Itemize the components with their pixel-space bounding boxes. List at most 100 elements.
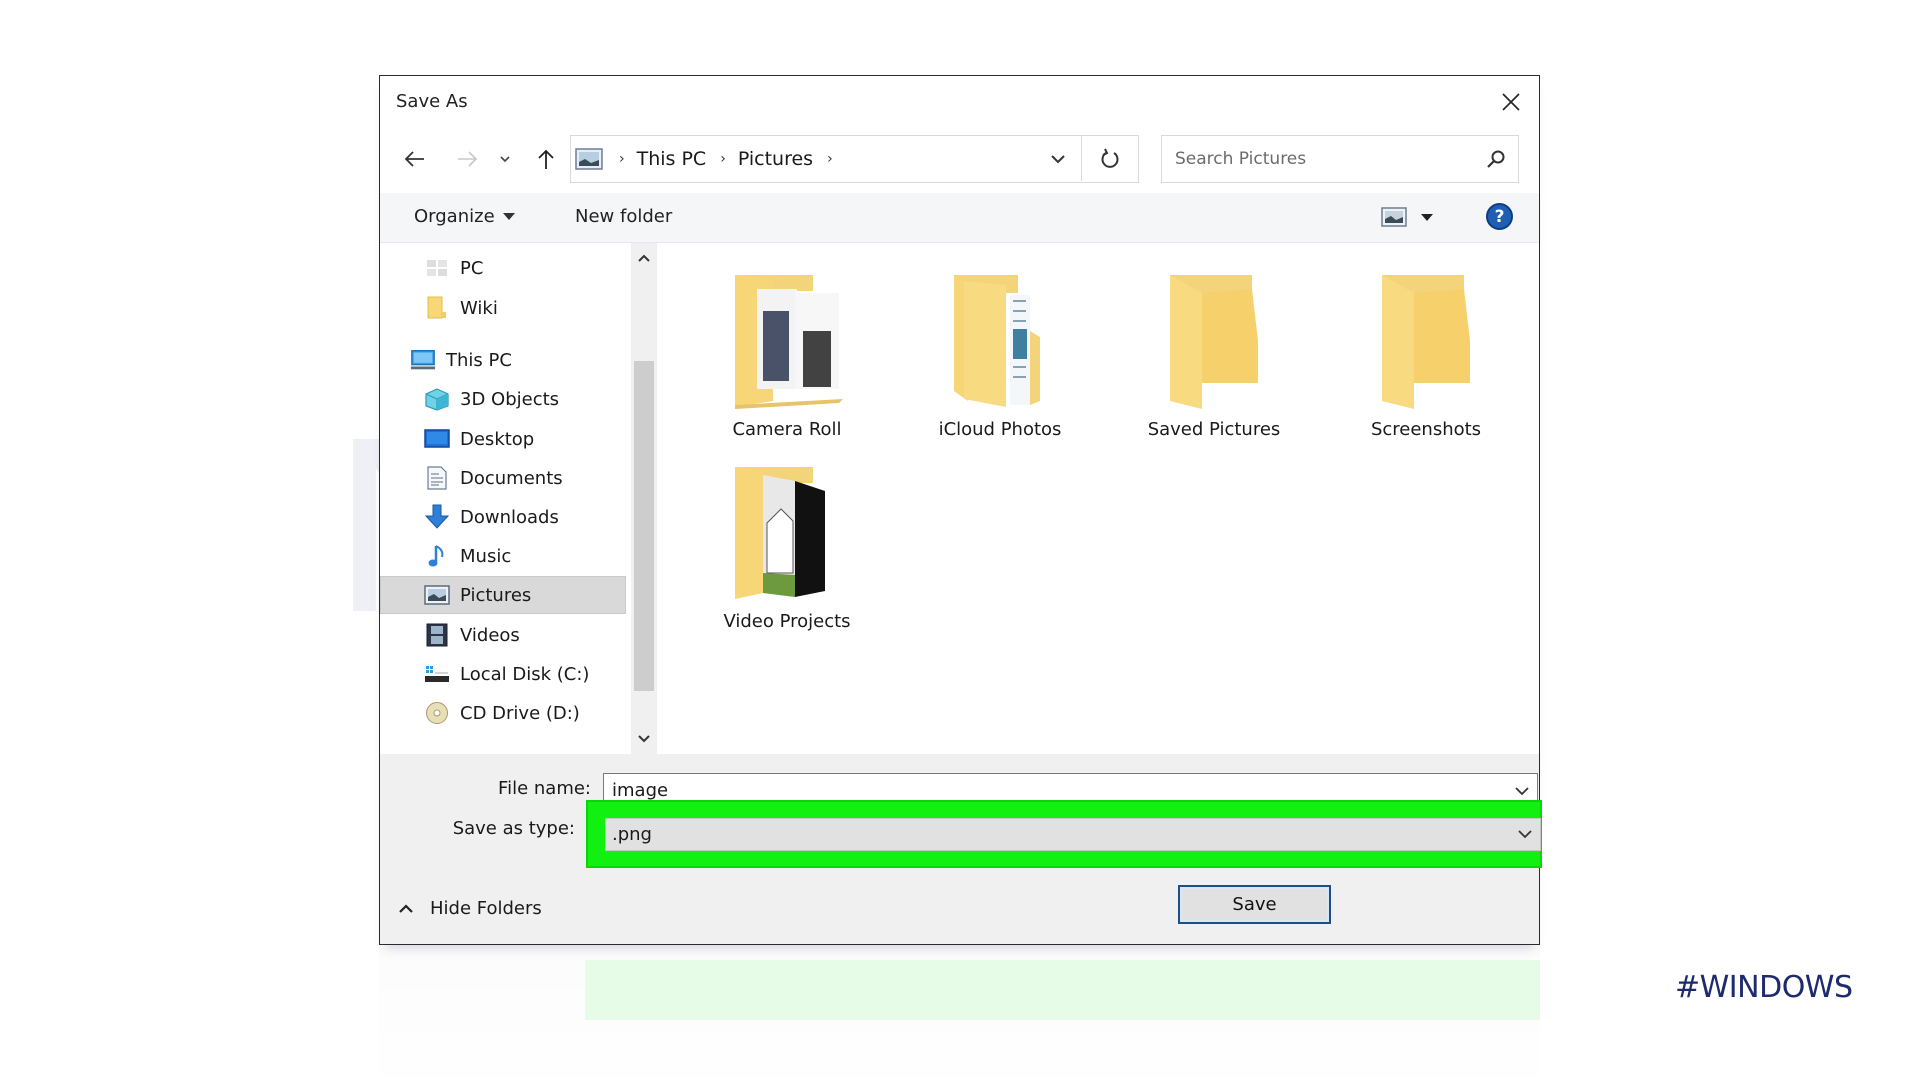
pictures-location-icon (575, 148, 605, 170)
sidebar-item-downloads[interactable]: Downloads (380, 498, 626, 536)
save-as-type-label: Save as type: (452, 818, 575, 839)
search-icon[interactable] (1484, 148, 1508, 172)
save-as-dialog: Save As › This PC › Pictures › Search Pi… (379, 75, 1542, 945)
organize-button[interactable]: Organize (414, 206, 515, 227)
sidebar-item-label: Desktop (460, 428, 535, 450)
sidebar-item-label: Pictures (460, 584, 532, 606)
folder-icon (1170, 275, 1258, 409)
sidebar-item-label: 3D Objects (460, 388, 560, 410)
chevron-down-icon[interactable] (1513, 782, 1531, 800)
breadcrumb-pictures[interactable]: Pictures (738, 148, 813, 170)
sidebar-item-label: Music (460, 545, 512, 567)
back-button[interactable] (400, 143, 430, 175)
new-folder-label: New folder (575, 206, 673, 227)
folder-icon (1382, 275, 1470, 409)
sidebar-item-videos[interactable]: Videos (380, 616, 626, 654)
sidebar-item-3d-objects[interactable]: 3D Objects (380, 380, 626, 418)
sidebar-item-label: Wiki (460, 297, 498, 319)
refresh-button[interactable] (1081, 136, 1138, 181)
sidebar-item-pictures[interactable]: Pictures (380, 576, 626, 614)
address-dropdown-button[interactable] (1036, 136, 1080, 181)
folder-saved-pictures[interactable]: Saved Pictures (1124, 271, 1304, 441)
sidebar-item-cd-drive-d[interactable]: CD Drive (D:) (380, 694, 626, 732)
save-button[interactable]: Save (1178, 885, 1331, 924)
file-list-pane: Camera Roll iCloud Photos Saved Pictures… (657, 243, 1539, 754)
scroll-up-button[interactable] (631, 245, 657, 271)
navigation-pane-scrollbar[interactable] (631, 243, 657, 754)
dialog-title: Save As (396, 91, 468, 112)
help-button[interactable]: ? (1486, 203, 1513, 230)
scrollbar-thumb[interactable] (634, 361, 654, 691)
folder-screenshots[interactable]: Screenshots (1336, 271, 1516, 441)
pc-icon (424, 256, 450, 280)
desktop-icon (424, 427, 450, 451)
command-toolbar: Organize New folder ? (380, 193, 1539, 243)
close-button[interactable] (1493, 84, 1529, 120)
new-folder-button[interactable]: New folder (575, 206, 672, 227)
view-options-dropdown[interactable] (1417, 206, 1437, 228)
sidebar-item-label: Local Disk (C:) (460, 663, 590, 685)
navigation-bar: › This PC › Pictures › (380, 135, 1539, 183)
sidebar-item-desktop[interactable]: Desktop (380, 420, 626, 458)
sidebar-item-label: Videos (460, 624, 520, 646)
folder-label: Saved Pictures (1147, 419, 1281, 440)
up-button[interactable] (531, 143, 561, 175)
sidebar-item-documents[interactable]: Documents (380, 459, 626, 497)
videos-icon (424, 623, 450, 647)
folder-icloud-photos[interactable]: iCloud Photos (910, 271, 1090, 441)
sidebar-item-local-disk-c[interactable]: Local Disk (C:) (380, 655, 626, 693)
file-name-input[interactable] (604, 779, 1484, 801)
breadcrumb-separator-icon: › (720, 151, 726, 167)
highlight-box: .png (586, 800, 1542, 868)
folder-label: Camera Roll (732, 419, 842, 440)
sidebar-item-label: This PC (446, 349, 512, 371)
search-box[interactable] (1161, 135, 1519, 183)
folder-with-photo-icon (735, 467, 825, 599)
breadcrumb-this-pc[interactable]: This PC (637, 148, 707, 170)
caret-down-icon (1421, 213, 1433, 221)
document-icon (424, 466, 450, 490)
caret-down-icon (502, 213, 515, 220)
sidebar-item-label: CD Drive (D:) (460, 702, 580, 724)
computer-icon (410, 348, 436, 372)
chevron-up-icon (638, 254, 650, 262)
change-view-button[interactable] (1381, 206, 1407, 228)
music-icon (424, 544, 450, 568)
address-bar[interactable]: › This PC › Pictures › (570, 135, 1139, 183)
folder-label: iCloud Photos (938, 419, 1062, 440)
cube-icon (424, 387, 450, 411)
arrow-up-icon (538, 149, 554, 169)
pictures-icon (424, 583, 450, 607)
arrow-right-icon (458, 151, 478, 167)
folder-with-documents-icon (954, 275, 1040, 407)
sidebar-item-wiki[interactable]: Wiki (380, 289, 626, 327)
chevron-down-icon (638, 735, 650, 743)
cd-icon (424, 701, 450, 725)
sidebar-item-label: PC (460, 257, 484, 279)
arrow-left-icon (404, 151, 424, 167)
reflection-save-button (1177, 965, 1330, 1004)
scroll-down-button[interactable] (631, 726, 657, 752)
save-as-type-dropdown[interactable]: .png (605, 818, 1541, 851)
dialog-reflection (379, 947, 1540, 1080)
sidebar-item-pc[interactable]: PC (380, 249, 626, 287)
view-icon (1381, 207, 1407, 227)
folder-video-projects[interactable]: Video Projects (697, 463, 877, 633)
recent-locations-button[interactable] (495, 143, 515, 175)
organize-label: Organize (414, 206, 495, 227)
file-name-label: File name: (498, 778, 591, 799)
forward-button[interactable] (452, 143, 482, 175)
disk-icon (424, 662, 450, 686)
chevron-down-icon (1051, 154, 1065, 163)
breadcrumb-separator-icon[interactable]: › (827, 151, 833, 167)
folder-label: Video Projects (723, 611, 851, 632)
hide-folders-button[interactable]: Hide Folders (398, 898, 542, 919)
chevron-down-icon (500, 156, 510, 163)
search-input[interactable] (1175, 149, 1465, 169)
chevron-down-icon (1518, 830, 1532, 839)
reflection-highlight (585, 960, 1540, 1020)
sidebar-item-this-pc[interactable]: This PC (380, 341, 626, 379)
folder-camera-roll[interactable]: Camera Roll (697, 271, 877, 441)
save-options-panel: File name: Save as type: .png Hide Folde… (380, 754, 1542, 944)
sidebar-item-music[interactable]: Music (380, 537, 626, 575)
